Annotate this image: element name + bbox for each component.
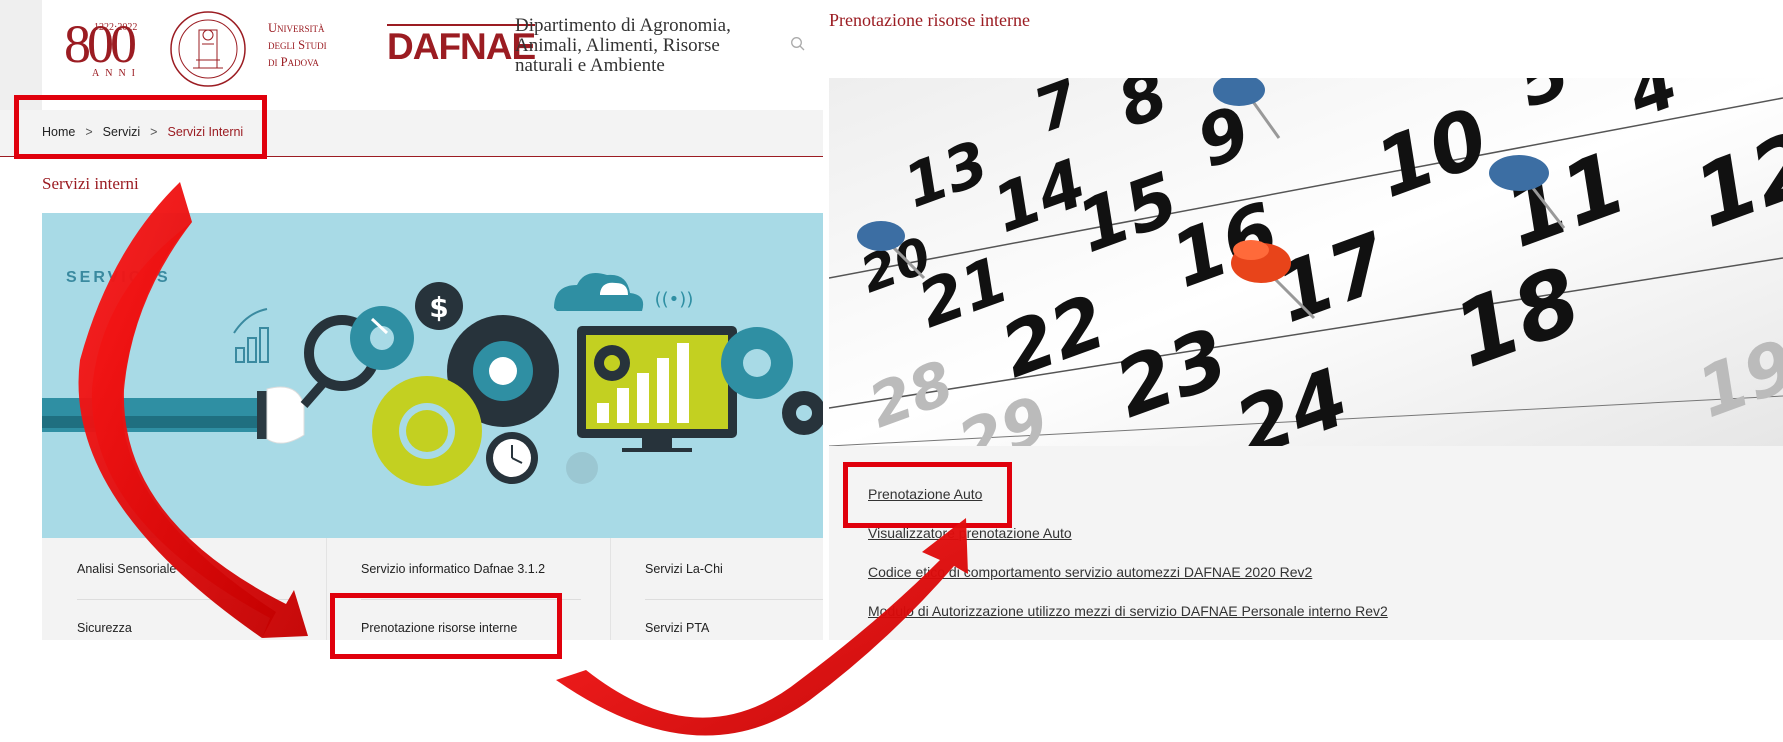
calendar-photo: 789541314151617101112202122232418282919 [829,78,1783,446]
page-title: Prenotazione risorse interne [829,10,1030,30]
site-header: 1222·2022 800 ANNI Università degli Stud… [42,0,823,110]
dafnae-logo[interactable]: DAFNAE [387,24,536,68]
department-name: Dipartimento di Agronomia, Animali, Alim… [515,15,731,76]
services-illustration: $ ((•)) [42,272,823,486]
section-title: Servizi interni [42,174,139,193]
tile-servizi-la-chi[interactable]: Servizi La-Chi [645,562,723,576]
anniversary-800: 800 [64,14,137,74]
university-name: Università degli Studi di Padova [268,21,327,69]
search-icon[interactable] [790,36,806,52]
university-seal-icon [169,10,247,88]
highlight-breadcrumb-box [14,95,267,159]
tile-separator [77,599,297,600]
link-codice-etico[interactable]: Codice etico di comportamento servizio a… [868,564,1312,580]
highlight-prenotazione-auto-box [843,462,1012,528]
link-modulo-autorizzazione[interactable]: Modulo di Autorizzazione utilizzo mezzi … [868,603,1388,619]
svg-text:$: $ [429,291,448,324]
anniversary-logo[interactable]: 1222·2022 800 ANNI [64,10,156,85]
services-banner: SERVICES $ ((•)) [42,213,823,538]
tile-sicurezza[interactable]: Sicurezza [77,621,132,635]
tile-separator [645,599,823,600]
highlight-prenotazione-tile-box [330,593,562,659]
column-divider [610,538,611,640]
anniversary-anni: ANNI [92,68,141,79]
tile-analisi-sensoriale[interactable]: Analisi Sensoriale [77,562,176,576]
tile-servizio-informatico[interactable]: Servizio informatico Dafnae 3.1.2 [361,562,545,576]
page-gutter [0,0,42,110]
tile-servizi-pta[interactable]: Servizi PTA [645,621,709,635]
column-divider [326,538,327,640]
calendar-illustration: 789541314151617101112202122232418282919 [829,78,1783,446]
svg-text:((•)): ((•)) [655,289,694,310]
